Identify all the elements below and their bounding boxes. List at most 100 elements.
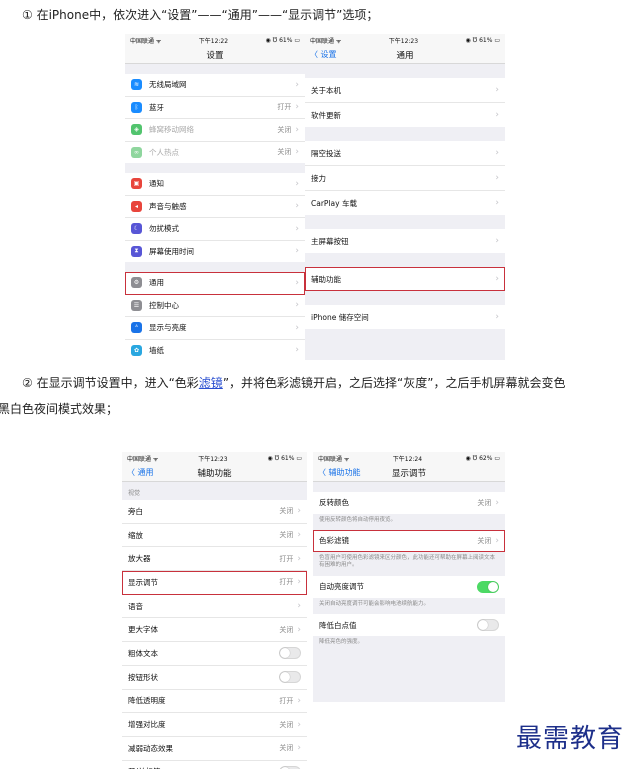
accessibility-row[interactable]: 更大字体 关闭 › xyxy=(122,618,307,643)
settings-row[interactable]: ☾ 勿扰模式 › xyxy=(125,218,305,241)
battery-indicator: ◉ ℧ 62% ▭ xyxy=(465,454,500,462)
accessibility-row[interactable]: 缩放 关闭 › xyxy=(122,524,307,548)
accessibility-row[interactable]: 开/关标签 xyxy=(122,761,307,769)
step-2-text-a: ② 在显示调节设置中，进入“色彩 xyxy=(22,376,199,390)
auto-brightness-note: 关闭自动亮度调节可能会影响电池续航能力。 xyxy=(313,597,505,615)
settings-panel: 中国联通 ᯤ 下午12:22 ◉ ℧ 61% ▭ 设置 ≋ 无线局域网 › ᛒ 蓝牙 打开… xyxy=(125,34,305,360)
chevron-right-icon: › xyxy=(295,201,299,212)
page-title: 通用 xyxy=(396,50,414,61)
page-title: 显示调节 xyxy=(391,468,426,479)
chevron-right-icon: › xyxy=(297,695,301,706)
gear-icon: ⚙ xyxy=(131,277,142,289)
settings-row[interactable]: ≋ 无线局域网 › xyxy=(125,74,305,97)
status-bar: 中国联通 ᯤ 下午12:23 ◉ ℧ 61% ▭ xyxy=(305,34,505,46)
battery-indicator: ◉ ℧ 61% ▭ xyxy=(465,36,500,44)
wallpaper-icon: ✿ xyxy=(131,344,142,356)
accessibility-row[interactable]: 显示调节 打开 › xyxy=(122,571,307,595)
settings-row[interactable]: ◂ 声音与触感 › xyxy=(125,196,305,218)
chevron-right-icon: › xyxy=(495,148,499,158)
row-label: 色彩滤镜 xyxy=(319,536,349,546)
chevron-right-icon: › xyxy=(295,277,299,288)
settings-row[interactable]: ◈ 蜂窝移动网络 关闭 › xyxy=(125,119,305,142)
chevron-right-icon: › xyxy=(297,624,301,635)
chevron-right-icon: › xyxy=(295,102,299,113)
nav-bar: 〈 设置 通用 xyxy=(305,46,505,64)
back-button[interactable]: 〈 辅助功能 xyxy=(318,467,361,478)
settings-group: ⚙ 通用 › ☰ 控制中心 › ᴬ 显示与亮度 › ✿ 墙纸 › xyxy=(125,272,305,360)
chevron-right-icon: › xyxy=(495,198,499,208)
settings-row[interactable]: ✿ 墙纸 › xyxy=(125,340,305,361)
row-label: 通用 xyxy=(149,278,164,288)
row-label: CarPlay 车载 xyxy=(311,198,357,208)
row-label: 更大字体 xyxy=(128,625,158,635)
chevron-right-icon: › xyxy=(495,274,499,284)
settings-group: iPhone 储存空间 › xyxy=(305,305,505,329)
chevron-right-icon: › xyxy=(297,553,301,564)
settings-row[interactable]: 辅助功能 › xyxy=(305,267,505,291)
step-2-instruction: ② 在显示调节设置中，进入“色彩滤镜”，并将色彩滤镜开启，之后选择“灰度”，之后… xyxy=(22,374,565,391)
color-filters-note: 色盲用户可使用色彩滤镜来区分颜色，此功能还可帮助在屏幕上阅读文本有困难的用户。 xyxy=(313,551,505,577)
settings-row[interactable]: ᴬ 显示与亮度 › xyxy=(125,317,305,340)
accessibility-row[interactable]: 旁白 关闭 › xyxy=(122,500,307,524)
row-label: 软件更新 xyxy=(311,110,341,120)
carrier-label: 中国联通 ᯤ xyxy=(130,37,162,45)
row-value: 关闭 xyxy=(477,536,492,545)
accessibility-row[interactable]: 语音 › xyxy=(122,595,307,619)
settings-row[interactable]: 隔空投送 › xyxy=(305,141,505,166)
row-label: iPhone 储存空间 xyxy=(311,312,369,322)
row-label: 自动亮度调节 xyxy=(319,582,364,592)
page-title: 设置 xyxy=(206,50,224,61)
chevron-right-icon: › xyxy=(295,246,299,257)
nav-bar: 〈 通用 辅助功能 xyxy=(122,464,307,482)
chevron-right-icon: › xyxy=(495,312,499,322)
chevron-right-icon: › xyxy=(295,223,299,234)
row-label: 蓝牙 xyxy=(149,102,164,112)
settings-group: 隔空投送 › 接力 › CarPlay 车载 › xyxy=(305,141,505,215)
toggle-knob xyxy=(280,648,290,659)
row-label: 按钮形状 xyxy=(128,672,158,682)
row-label: 降低白点值 xyxy=(319,620,357,630)
back-button[interactable]: 〈 设置 xyxy=(310,49,337,60)
accessibility-panel: 中国联通 ᯤ 下午12:23 ◉ ℧ 61% ▭ 〈 通用 辅助功能 视觉 旁白… xyxy=(122,452,307,769)
settings-row[interactable]: iPhone 储存空间 › xyxy=(305,305,505,329)
hotspot-icon: ∞ xyxy=(131,146,142,158)
accessibility-row[interactable]: 增强对比度 关闭 › xyxy=(122,713,307,737)
accessibility-row[interactable]: 减弱动态效果 关闭 › xyxy=(122,737,307,761)
filter-link[interactable]: 滤镜 xyxy=(199,376,223,390)
reduce-white-point-toggle[interactable] xyxy=(477,619,499,631)
settings-row[interactable]: ∞ 个人热点 关闭 › xyxy=(125,142,305,164)
settings-row[interactable]: ☰ 控制中心 › xyxy=(125,295,305,317)
row-value: 关闭 xyxy=(277,148,292,157)
settings-row[interactable]: 软件更新 › xyxy=(305,103,505,127)
accessibility-row[interactable]: 放大器 打开 › xyxy=(122,547,307,572)
settings-row[interactable]: CarPlay 车载 › xyxy=(305,191,505,215)
settings-row[interactable]: 接力 › xyxy=(305,166,505,191)
settings-row[interactable]: ▣ 通知 › xyxy=(125,173,305,196)
settings-row[interactable]: ⚙ 通用 › xyxy=(125,272,305,295)
row-toggle[interactable] xyxy=(279,647,301,660)
invert-colors-row[interactable]: 反转颜色 关闭 › xyxy=(313,492,505,514)
settings-group: 主屏幕按钮 › xyxy=(305,229,505,253)
nav-bar: 〈 辅助功能 显示调节 xyxy=(313,464,505,482)
row-label: 通知 xyxy=(149,179,164,189)
settings-row[interactable]: ⧗ 屏幕使用时间 › xyxy=(125,241,305,263)
chevron-right-icon: › xyxy=(495,85,499,95)
back-button[interactable]: 〈 通用 xyxy=(127,467,154,478)
row-value: 打开 xyxy=(279,578,294,587)
battery-indicator: ◉ ℧ 61% ▭ xyxy=(265,36,300,44)
settings-group: 关于本机 › 软件更新 › xyxy=(305,78,505,127)
accessibility-row[interactable]: 降低透明度 打开 › xyxy=(122,690,307,714)
accessibility-row[interactable]: 粗体文本 xyxy=(122,642,307,666)
chevron-right-icon: › xyxy=(295,345,299,356)
row-label: 粗体文本 xyxy=(128,648,158,658)
settings-group: ▣ 通知 › ◂ 声音与触感 › ☾ 勿扰模式 › ⧗ 屏幕使用时间 › xyxy=(125,173,305,262)
settings-row[interactable]: 主屏幕按钮 › xyxy=(305,229,505,253)
color-filters-row[interactable]: 色彩滤镜 关闭 › xyxy=(313,530,505,552)
row-toggle[interactable] xyxy=(279,671,301,684)
auto-brightness-toggle[interactable] xyxy=(477,580,499,593)
settings-row[interactable]: ᛒ 蓝牙 打开 › xyxy=(125,97,305,119)
accessibility-row[interactable]: 按钮形状 xyxy=(122,666,307,690)
settings-row[interactable]: 关于本机 › xyxy=(305,78,505,103)
